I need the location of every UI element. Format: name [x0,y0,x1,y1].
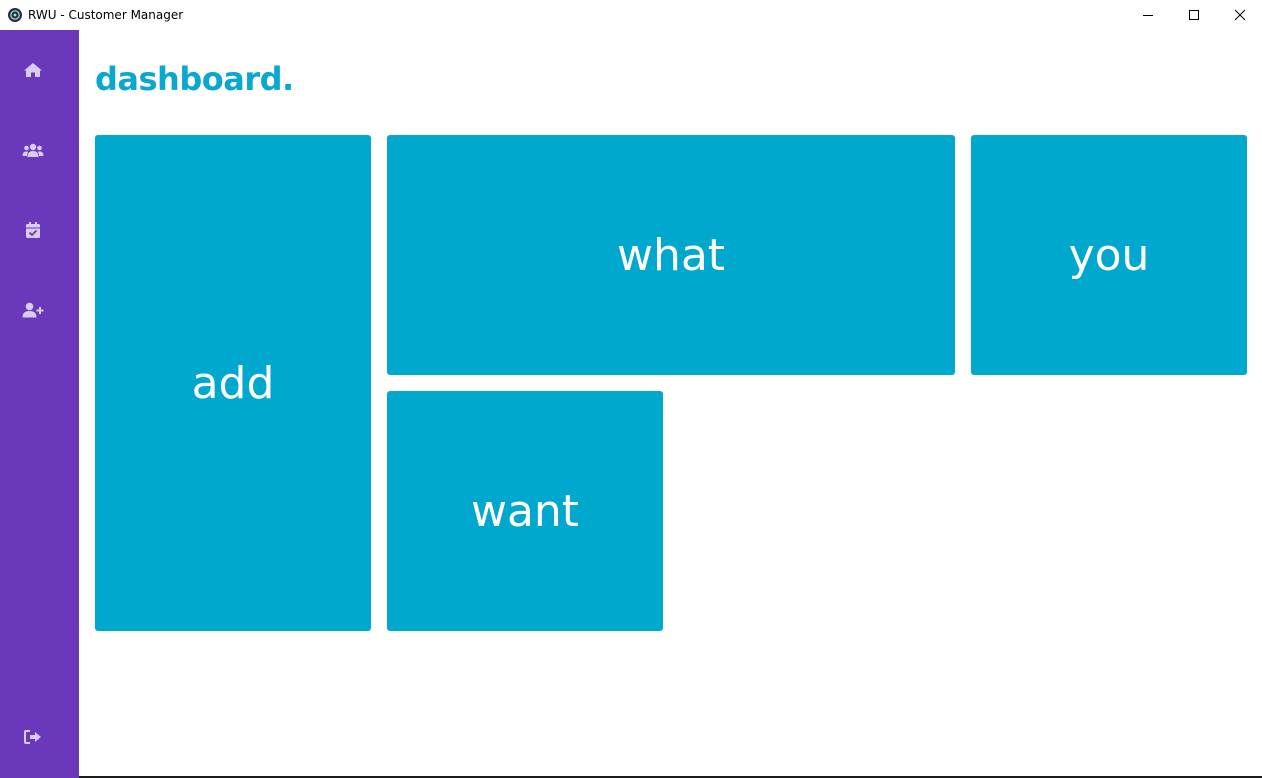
page-title: dashboard. [95,60,294,98]
tile-add[interactable]: add [95,135,371,631]
tile-want[interactable]: want [387,391,663,631]
tile-add-label: add [191,357,275,409]
maximize-icon [1189,10,1199,20]
app-icon [7,7,23,23]
maximize-button[interactable] [1171,0,1217,30]
calendar-check-icon [25,222,40,238]
minimize-button[interactable] [1125,0,1171,30]
window-title: RWU - Customer Manager [28,8,184,22]
tile-you[interactable]: you [971,135,1247,375]
close-icon [1234,9,1246,21]
sidebar [0,30,79,778]
tile-what[interactable]: what [387,135,955,375]
tile-what-label: what [616,229,726,281]
logout-button[interactable] [0,717,65,757]
sign-out-icon [23,730,41,744]
sidebar-item-customers[interactable] [0,130,65,170]
tile-want-label: want [470,485,580,537]
title-bar: RWU - Customer Manager [0,0,1262,30]
tile-you-label: you [1068,229,1150,281]
users-icon [22,143,43,157]
minimize-icon [1143,15,1153,16]
user-plus-icon [22,302,43,318]
home-icon [23,63,42,77]
sidebar-item-appointments[interactable] [0,210,65,250]
sidebar-item-add-customer[interactable] [0,290,65,330]
sidebar-item-home[interactable] [0,50,65,90]
close-button[interactable] [1217,0,1262,30]
